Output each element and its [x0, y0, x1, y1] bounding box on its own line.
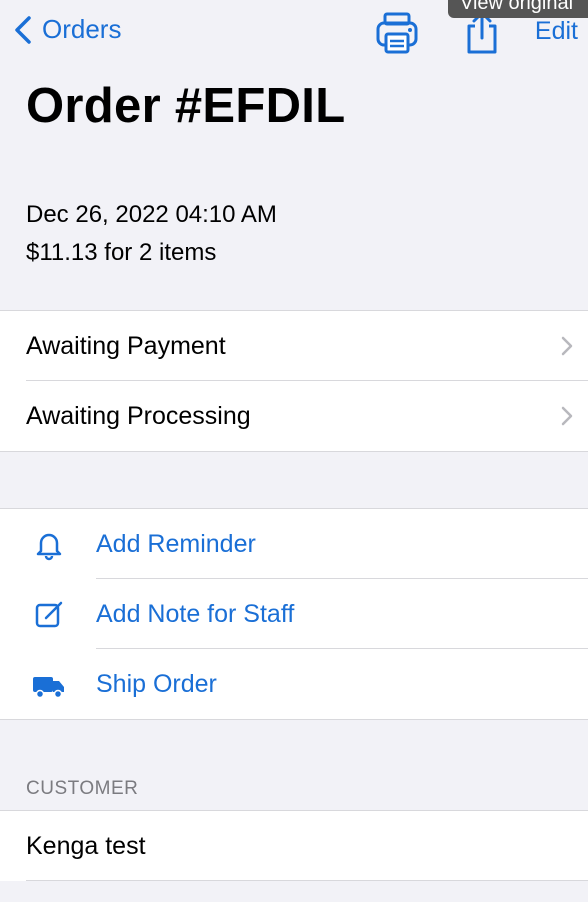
payment-status-label: Awaiting Payment	[26, 331, 226, 360]
processing-status-label: Awaiting Processing	[26, 401, 251, 430]
bell-icon	[36, 533, 62, 561]
actions-group: Add Reminder Add Note for Staff Ship Ord…	[0, 508, 588, 720]
chevron-left-icon	[15, 15, 31, 44]
edit-button[interactable]: Edit	[535, 17, 578, 46]
order-detail-screen: Orders Edit View original Order #EFDIL D…	[0, 0, 588, 902]
truck-icon	[33, 677, 64, 699]
order-date: Dec 26, 2022 04:10 AM	[26, 201, 277, 228]
compose-icon	[35, 601, 63, 628]
status-group: Awaiting Payment Awaiting Processing	[0, 310, 588, 452]
customer-row[interactable]: Kenga test	[0, 811, 588, 881]
add-note-button[interactable]: Add Note for Staff	[0, 579, 588, 649]
printer-icon	[376, 12, 418, 54]
customer-name: Kenga test	[26, 831, 146, 860]
back-button[interactable]: Orders	[12, 14, 121, 45]
chevron-right-icon	[561, 406, 573, 426]
ship-order-button[interactable]: Ship Order	[0, 649, 588, 719]
order-meta: Dec 26, 2022 04:10 AM $11.13 for 2 items	[26, 196, 277, 272]
customer-section-header: CUSTOMER	[26, 778, 139, 799]
divider	[26, 880, 588, 881]
chevron-right-icon	[561, 336, 573, 356]
processing-status-row[interactable]: Awaiting Processing	[0, 381, 588, 451]
page-title: Order #EFDIL	[26, 79, 346, 133]
navigation-bar: Orders Edit View original	[0, 0, 588, 70]
customer-group: Kenga test	[0, 810, 588, 881]
add-reminder-button[interactable]: Add Reminder	[0, 509, 588, 579]
view-original-tooltip: View original	[448, 0, 588, 18]
payment-status-row[interactable]: Awaiting Payment	[0, 311, 588, 381]
print-button[interactable]	[374, 10, 420, 61]
order-summary: $11.13 for 2 items	[26, 239, 217, 266]
back-label: Orders	[42, 14, 122, 44]
